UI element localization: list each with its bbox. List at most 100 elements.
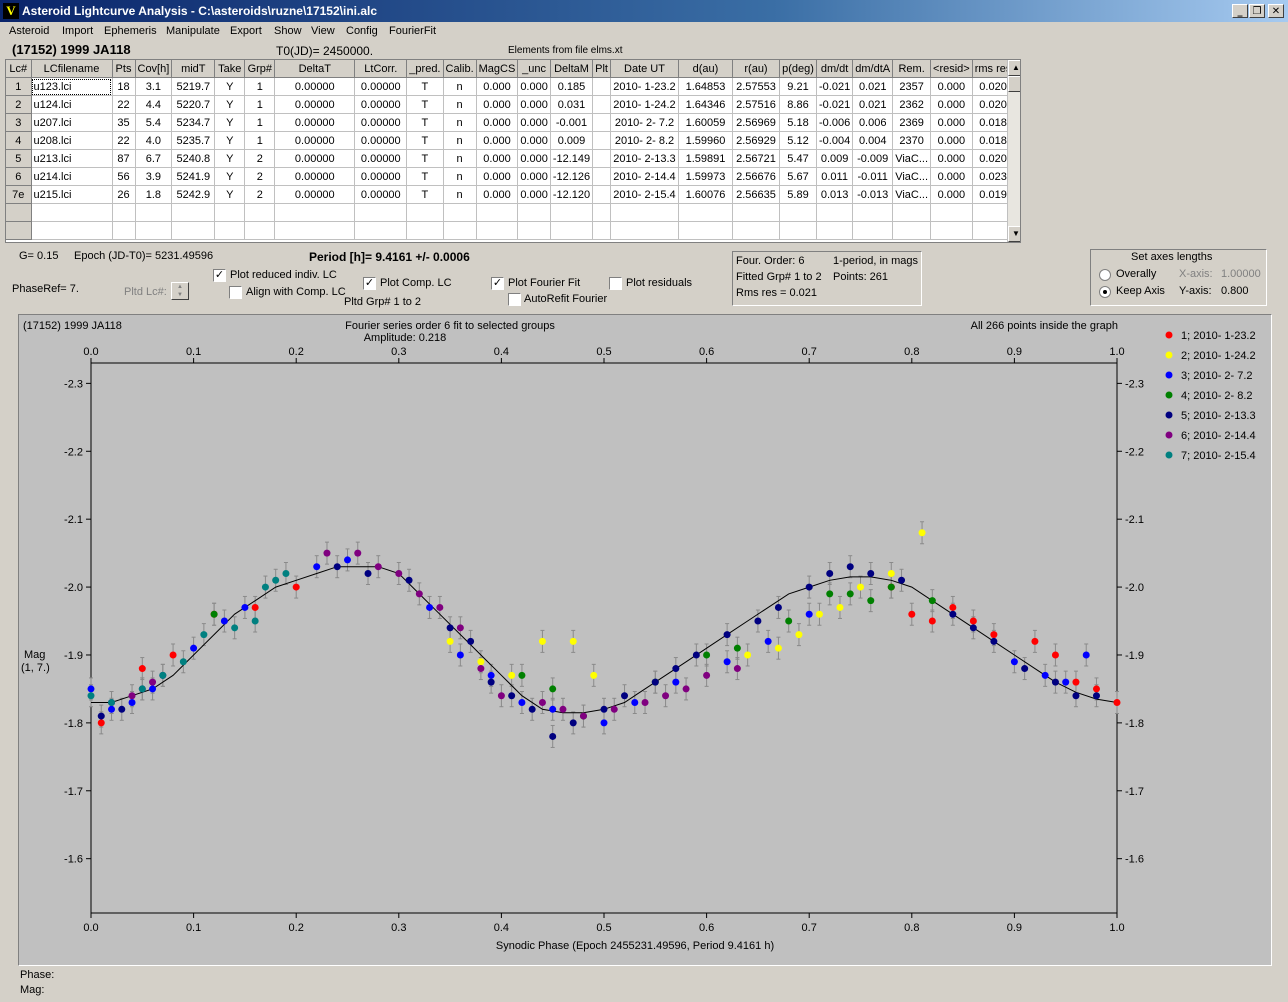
table-cell[interactable]: 18 (112, 77, 136, 96)
table-cell[interactable]: 2.56721 (732, 149, 780, 168)
table-cell[interactable]: 5242.9 (171, 185, 216, 204)
table-cell[interactable]: 5240.8 (171, 149, 216, 168)
table-cell[interactable]: 2.56635 (732, 185, 780, 204)
table-cell[interactable]: -0.021 (816, 95, 854, 114)
table-cell[interactable]: 1.60076 (678, 185, 733, 204)
table-cell[interactable] (592, 167, 611, 186)
menu-view[interactable]: View (311, 25, 335, 37)
table-cell[interactable]: 0.021 (852, 95, 894, 114)
table-cell[interactable]: 5220.7 (171, 95, 216, 114)
table-cell[interactable]: 1 (244, 95, 276, 114)
column-header[interactable]: DeltaT (274, 60, 356, 78)
table-cell[interactable]: 56 (112, 167, 136, 186)
lightcurve-grid[interactable]: Lc# LCfilename Pts Cov[h] midT Take Grp# DeltaT… (5, 59, 1021, 243)
table-cell[interactable]: 2010- 2-14.4 (610, 167, 679, 186)
table-cell[interactable]: 87 (112, 149, 136, 168)
table-cell[interactable]: 0.00000 (354, 95, 408, 114)
table-cell[interactable]: 5219.7 (171, 77, 216, 96)
table-cell[interactable]: n (443, 113, 477, 132)
table-cell[interactable] (592, 95, 611, 114)
column-header[interactable]: MagCS (476, 60, 519, 78)
table-cell[interactable]: 0.00000 (274, 95, 356, 114)
table-cell[interactable]: 2010- 2- 8.2 (610, 131, 679, 150)
table-cell[interactable]: -0.004 (816, 131, 854, 150)
table-cell[interactable]: 1 (244, 77, 276, 96)
overall-radio[interactable] (1099, 269, 1111, 281)
table-cell[interactable]: T (406, 77, 444, 96)
table-cell[interactable]: -0.009 (852, 149, 894, 168)
column-header[interactable]: DeltaM (550, 60, 594, 78)
table-row[interactable]: 2 u124.lci 22 4.4 5220.7 Y 1 0.00000 0.00000 Tn 0.… (6, 95, 1015, 114)
table-cell[interactable]: -0.006 (816, 113, 854, 132)
column-header[interactable]: Rem. (892, 60, 932, 78)
table-cell[interactable]: 0.00000 (274, 185, 356, 204)
table-cell[interactable]: 0.00000 (354, 185, 408, 204)
table-row[interactable]: 6 u214.lci 56 3.9 5241.9 Y 2 0.00000 0.00000 Tn 0.… (6, 167, 1015, 186)
table-cell[interactable]: 0.000 (517, 95, 551, 114)
table-cell[interactable]: 22 (112, 131, 136, 150)
table-cell[interactable]: 1.59973 (678, 167, 733, 186)
table-cell[interactable]: Y (214, 185, 246, 204)
table-cell[interactable]: Y (214, 131, 246, 150)
table-cell[interactable] (592, 185, 611, 204)
table-cell[interactable]: Y (214, 77, 246, 96)
table-cell[interactable]: 0.000 (476, 149, 519, 168)
column-header[interactable]: _pred. (406, 60, 444, 78)
table-cell[interactable]: 4.0 (135, 131, 173, 150)
table-cell[interactable]: Y (214, 113, 246, 132)
table-cell[interactable]: 1.59960 (678, 131, 733, 150)
column-header[interactable]: Calib. (443, 60, 477, 78)
table-cell[interactable]: 3.1 (135, 77, 173, 96)
table-cell[interactable]: 35 (112, 113, 136, 132)
column-header[interactable]: midT (171, 60, 216, 78)
table-cell[interactable]: 0.00000 (354, 149, 408, 168)
table-cell[interactable]: 2010- 1-24.2 (610, 95, 679, 114)
table-cell[interactable]: 0.031 (550, 95, 594, 114)
table-cell[interactable]: 0.00000 (354, 167, 408, 186)
table-cell[interactable]: 0.00000 (274, 77, 356, 96)
table-cell[interactable]: 2357 (892, 77, 932, 96)
scroll-down-button[interactable]: ▼ (1008, 226, 1020, 242)
table-cell[interactable]: 0.000 (930, 77, 973, 96)
column-header[interactable]: Grp# (244, 60, 276, 78)
table-cell[interactable]: 0.00000 (274, 167, 356, 186)
table-cell[interactable]: 0.000 (476, 95, 519, 114)
table-cell[interactable]: 0.000 (517, 167, 551, 186)
table-cell[interactable]: 0.013 (816, 185, 854, 204)
table-cell[interactable]: 1.8 (135, 185, 173, 204)
table-cell[interactable]: 2010- 2-15.4 (610, 185, 679, 204)
table-cell[interactable]: 5.47 (779, 149, 817, 168)
table-cell[interactable]: 1.60059 (678, 113, 733, 132)
row-header[interactable]: 6 (6, 167, 32, 186)
table-cell[interactable]: 5.4 (135, 113, 173, 132)
table-cell[interactable]: 5241.9 (171, 167, 216, 186)
column-header[interactable]: <resid> (930, 60, 973, 78)
row-header[interactable]: 2 (6, 95, 32, 114)
table-cell[interactable]: 2 (244, 185, 276, 204)
keep-axis-radio[interactable] (1099, 286, 1111, 298)
table-cell[interactable]: Y (214, 167, 246, 186)
table-cell[interactable] (592, 113, 611, 132)
menu-fourierfit[interactable]: FourierFit (389, 25, 436, 37)
table-cell[interactable]: 0.00000 (274, 113, 356, 132)
column-header[interactable]: d(au) (678, 60, 733, 78)
autorefit-checkbox[interactable] (508, 293, 521, 306)
table-cell[interactable]: T (406, 149, 444, 168)
table-cell[interactable]: T (406, 131, 444, 150)
table-cell[interactable]: 0.000 (476, 113, 519, 132)
table-cell[interactable]: 0.000 (517, 131, 551, 150)
table-cell[interactable]: T (406, 95, 444, 114)
table-cell[interactable]: u214.lci (31, 167, 113, 186)
column-header[interactable]: Cov[h] (135, 60, 173, 78)
table-cell[interactable]: u213.lci (31, 149, 113, 168)
table-cell[interactable]: 2010- 2-13.3 (610, 149, 679, 168)
table-cell[interactable]: 0.000 (476, 167, 519, 186)
table-cell[interactable]: 5.67 (779, 167, 817, 186)
table-cell[interactable]: 0.006 (852, 113, 894, 132)
table-cell[interactable]: 1 (244, 131, 276, 150)
row-header[interactable]: 3 (6, 113, 32, 132)
table-cell[interactable]: 0.000 (930, 113, 973, 132)
table-cell[interactable]: 2.57553 (732, 77, 780, 96)
table-cell[interactable]: 1 (244, 113, 276, 132)
table-cell[interactable]: 2.56929 (732, 131, 780, 150)
